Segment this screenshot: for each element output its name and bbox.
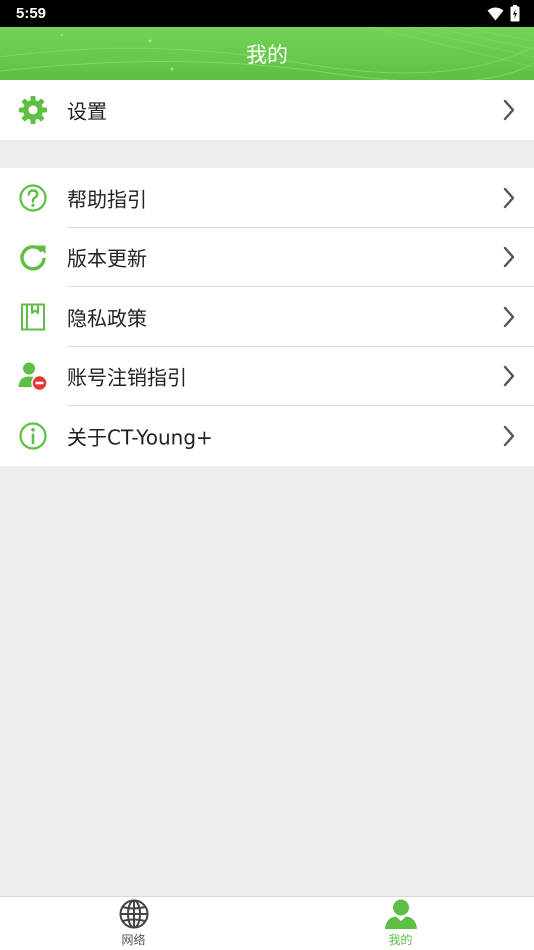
refresh-icon [17,241,49,273]
settings-group: 设置 [0,80,534,140]
user-icon [384,899,417,929]
tab-mine-label: 我的 [388,933,413,947]
wifi-icon [487,7,504,20]
bottom-tab-bar: 网络 我的 [0,896,534,950]
chevron-right-icon [503,99,515,120]
settings-row[interactable]: 设置 [0,80,534,140]
chevron-right-icon [503,247,515,268]
tab-mine[interactable]: 我的 [267,897,534,950]
chevron-right-icon [503,425,515,446]
help-guide-label: 帮助指引 [67,187,147,212]
account-cancellation-label: 账号注销指引 [67,365,187,390]
chevron-right-icon [503,306,515,327]
chevron-right-icon [503,366,515,387]
privacy-policy-row[interactable]: 隐私政策 [0,287,534,347]
page-title: 我的 [246,42,288,67]
about-row[interactable]: 关于CT-Young+ [0,406,534,466]
gear-icon [17,94,49,126]
info-circle-icon [17,420,49,452]
status-time: 5:59 [16,5,47,22]
about-label: 关于CT-Young+ [67,425,213,450]
menu-group: 帮助指引 版本更新 隐私政策 账号注销指引 关于CT-Young+ [0,168,534,466]
user-remove-icon [17,360,49,392]
question-circle-icon [17,182,49,214]
settings-label: 设置 [67,99,107,124]
status-bar: 5:59 [0,0,534,27]
tab-network-label: 网络 [121,933,146,947]
app-header: 我的 [0,27,534,80]
privacy-policy-label: 隐私政策 [67,306,147,331]
bookmark-book-icon [17,301,49,333]
tab-network[interactable]: 网络 [0,897,267,950]
version-update-row[interactable]: 版本更新 [0,228,534,287]
battery-icon [510,5,520,22]
chevron-right-icon [503,187,515,208]
help-guide-row[interactable]: 帮助指引 [0,168,534,228]
globe-icon [119,899,148,929]
account-cancellation-row[interactable]: 账号注销指引 [0,347,534,406]
status-icons [487,5,520,22]
version-update-label: 版本更新 [67,246,147,271]
